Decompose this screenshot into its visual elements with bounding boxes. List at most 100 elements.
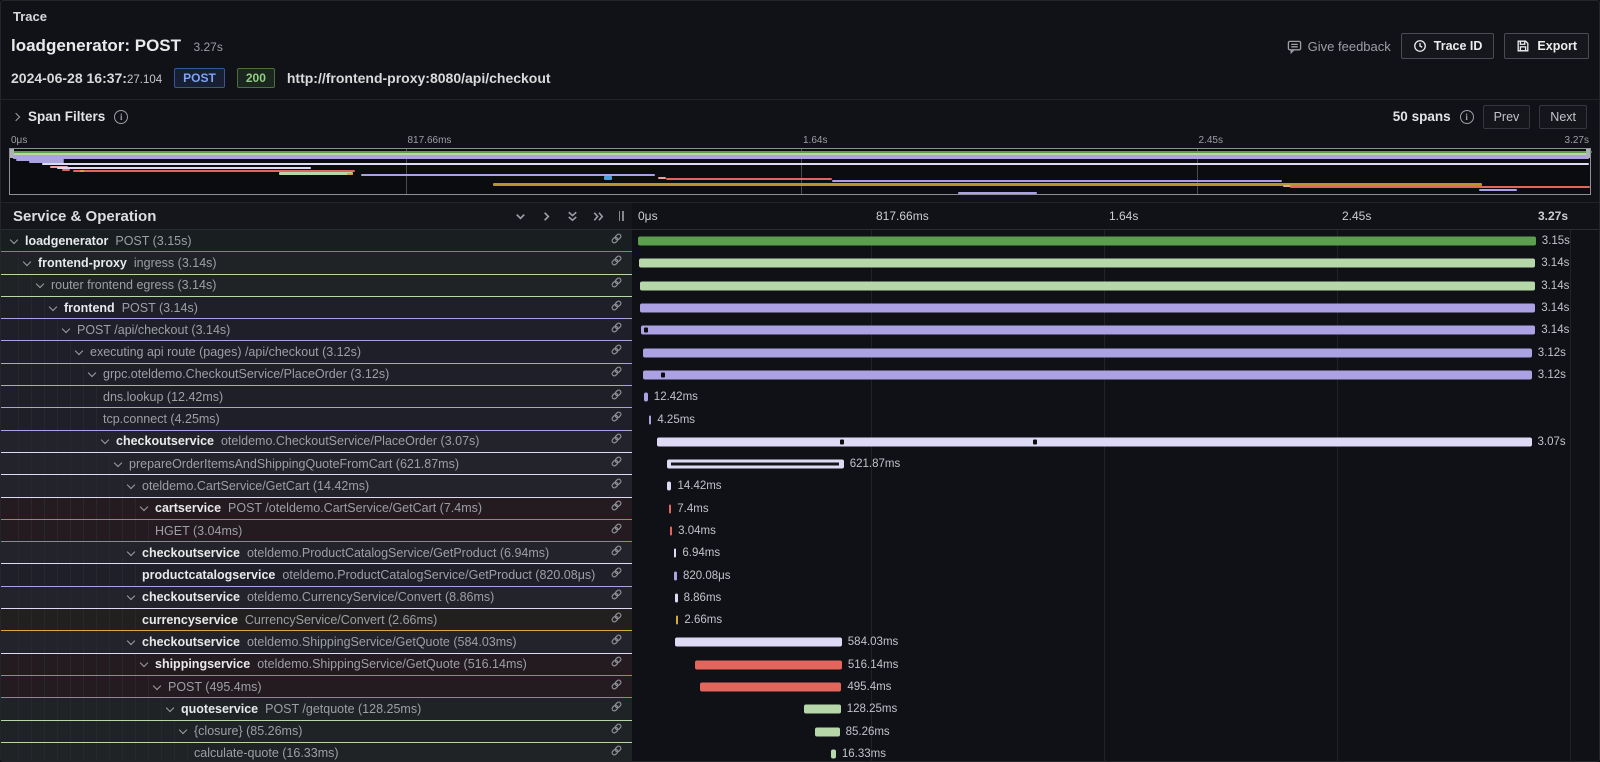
span-duration-bar[interactable] bbox=[643, 370, 1532, 379]
span-name-cell[interactable]: dns.lookup (12.42ms) bbox=[1, 386, 632, 408]
span-name-cell[interactable]: oteldemo.CartService/GetCart (14.42ms) bbox=[1, 475, 632, 497]
expand-chevron-icon[interactable] bbox=[127, 637, 135, 645]
expand-chevron-icon[interactable] bbox=[88, 369, 96, 377]
minimap-left-handle[interactable] bbox=[10, 149, 14, 158]
span-link-icon[interactable] bbox=[610, 321, 623, 339]
span-duration-bar[interactable] bbox=[831, 749, 836, 758]
span-duration-bar[interactable] bbox=[669, 504, 672, 513]
expand-chevron-icon[interactable] bbox=[114, 458, 122, 466]
span-name-cell[interactable]: router frontend egress (3.14s) bbox=[1, 275, 632, 297]
span-link-icon[interactable] bbox=[610, 611, 623, 629]
span-duration-bar[interactable] bbox=[815, 727, 839, 736]
span-link-icon[interactable] bbox=[610, 655, 623, 673]
span-name-cell[interactable]: checkoutserviceoteldemo.ShippingService/… bbox=[1, 631, 632, 653]
expand-chevron-icon[interactable] bbox=[127, 548, 135, 556]
span-name-cell[interactable]: currencyserviceCurrencyService/Convert (… bbox=[1, 609, 632, 631]
span-duration-bar[interactable] bbox=[640, 304, 1535, 313]
trace-id-button[interactable]: Trace ID bbox=[1401, 33, 1495, 59]
span-name-cell[interactable]: frontend-proxyingress (3.14s) bbox=[1, 252, 632, 274]
expand-one-icon[interactable] bbox=[536, 206, 556, 226]
span-link-icon[interactable] bbox=[610, 477, 623, 495]
prev-button[interactable]: Prev bbox=[1483, 105, 1531, 129]
span-duration-bar[interactable] bbox=[675, 638, 841, 647]
span-name-cell[interactable]: frontendPOST (3.14s) bbox=[1, 297, 632, 319]
span-name-cell[interactable]: loadgeneratorPOST (3.15s) bbox=[1, 230, 632, 252]
span-link-icon[interactable] bbox=[610, 276, 623, 294]
span-link-icon[interactable] bbox=[610, 722, 623, 740]
expand-all-icon[interactable] bbox=[588, 206, 608, 226]
span-name-cell[interactable]: {closure} (85.26ms) bbox=[1, 721, 632, 743]
span-duration-bar[interactable] bbox=[674, 571, 677, 580]
span-duration-bar[interactable] bbox=[639, 259, 1535, 268]
span-link-icon[interactable] bbox=[610, 566, 623, 584]
expand-chevron-icon[interactable] bbox=[75, 347, 83, 355]
span-duration-bar[interactable] bbox=[667, 460, 844, 469]
span-name-cell[interactable]: tcp.connect (4.25ms) bbox=[1, 408, 632, 430]
span-duration-bar[interactable] bbox=[700, 683, 841, 692]
expand-chevron-icon[interactable] bbox=[62, 325, 70, 333]
collapse-one-icon[interactable] bbox=[510, 206, 530, 226]
span-duration-bar[interactable] bbox=[641, 326, 1535, 335]
span-link-icon[interactable] bbox=[610, 432, 623, 450]
give-feedback-link[interactable]: Give feedback bbox=[1287, 39, 1391, 54]
span-link-icon[interactable] bbox=[610, 455, 623, 473]
span-filters-info-icon[interactable]: i bbox=[114, 110, 128, 124]
span-link-icon[interactable] bbox=[610, 365, 623, 383]
span-duration-bar[interactable] bbox=[640, 281, 1536, 290]
expand-chevron-icon[interactable] bbox=[179, 726, 187, 734]
span-name-cell[interactable]: checkoutserviceoteldemo.CheckoutService/… bbox=[1, 431, 632, 453]
span-name-cell[interactable]: calculate-quote (16.33ms) bbox=[1, 743, 632, 762]
expand-chevron-icon[interactable] bbox=[127, 481, 135, 489]
span-duration-bar[interactable] bbox=[657, 437, 1532, 446]
expand-chevron-icon[interactable] bbox=[166, 704, 174, 712]
span-duration-bar[interactable] bbox=[643, 348, 1532, 357]
span-name-cell[interactable]: shippingserviceoteldemo.ShippingService/… bbox=[1, 654, 632, 676]
collapse-all-icon[interactable] bbox=[562, 206, 582, 226]
span-name-cell[interactable]: grpc.oteldemo.CheckoutService/PlaceOrder… bbox=[1, 364, 632, 386]
span-duration-bar[interactable] bbox=[674, 549, 677, 558]
span-link-icon[interactable] bbox=[610, 522, 623, 540]
span-filters-toggle[interactable]: Span Filters i bbox=[13, 109, 128, 124]
span-link-icon[interactable] bbox=[610, 254, 623, 272]
span-duration-bar[interactable] bbox=[695, 660, 842, 669]
span-duration-bar[interactable] bbox=[649, 415, 652, 424]
expand-chevron-icon[interactable] bbox=[10, 235, 18, 243]
span-link-icon[interactable] bbox=[610, 633, 623, 651]
span-duration-bar[interactable] bbox=[638, 237, 1536, 246]
span-name-cell[interactable]: POST /api/checkout (3.14s) bbox=[1, 319, 632, 341]
expand-chevron-icon[interactable] bbox=[49, 302, 57, 310]
span-duration-bar[interactable] bbox=[667, 482, 671, 491]
span-name-cell[interactable]: checkoutserviceoteldemo.ProductCatalogSe… bbox=[1, 542, 632, 564]
span-link-icon[interactable] bbox=[610, 388, 623, 406]
span-name-cell[interactable]: HGET (3.04ms) bbox=[1, 520, 632, 542]
span-link-icon[interactable] bbox=[610, 343, 623, 361]
next-button[interactable]: Next bbox=[1539, 105, 1587, 129]
span-duration-bar[interactable] bbox=[675, 593, 678, 602]
expand-chevron-icon[interactable] bbox=[140, 503, 148, 511]
expand-chevron-icon[interactable] bbox=[127, 592, 135, 600]
column-resize-handle[interactable] bbox=[616, 211, 626, 221]
span-link-icon[interactable] bbox=[610, 544, 623, 562]
minimap-canvas[interactable] bbox=[9, 148, 1591, 195]
span-name-cell[interactable]: POST (495.4ms) bbox=[1, 676, 632, 698]
span-link-icon[interactable] bbox=[610, 232, 623, 250]
span-name-cell[interactable]: checkoutserviceoteldemo.CurrencyService/… bbox=[1, 587, 632, 609]
span-duration-bar[interactable] bbox=[676, 616, 679, 625]
expand-chevron-icon[interactable] bbox=[101, 436, 109, 444]
span-name-cell[interactable]: productcatalogserviceoteldemo.ProductCat… bbox=[1, 564, 632, 586]
span-link-icon[interactable] bbox=[610, 678, 623, 696]
span-name-cell[interactable]: cartservicePOST /oteldemo.CartService/Ge… bbox=[1, 498, 632, 520]
span-link-icon[interactable] bbox=[610, 499, 623, 517]
span-link-icon[interactable] bbox=[610, 744, 623, 762]
expand-chevron-icon[interactable] bbox=[153, 681, 161, 689]
span-name-cell[interactable]: executing api route (pages) /api/checkou… bbox=[1, 341, 632, 363]
export-button[interactable]: Export bbox=[1504, 33, 1589, 59]
span-duration-bar[interactable] bbox=[644, 393, 648, 402]
span-name-cell[interactable]: quoteservicePOST /getquote (128.25ms) bbox=[1, 698, 632, 720]
expand-chevron-icon[interactable] bbox=[36, 280, 44, 288]
span-link-icon[interactable] bbox=[610, 700, 623, 718]
span-duration-bar[interactable] bbox=[804, 705, 841, 714]
expand-chevron-icon[interactable] bbox=[140, 659, 148, 667]
span-link-icon[interactable] bbox=[610, 299, 623, 317]
span-name-cell[interactable]: prepareOrderItemsAndShippingQuoteFromCar… bbox=[1, 453, 632, 475]
